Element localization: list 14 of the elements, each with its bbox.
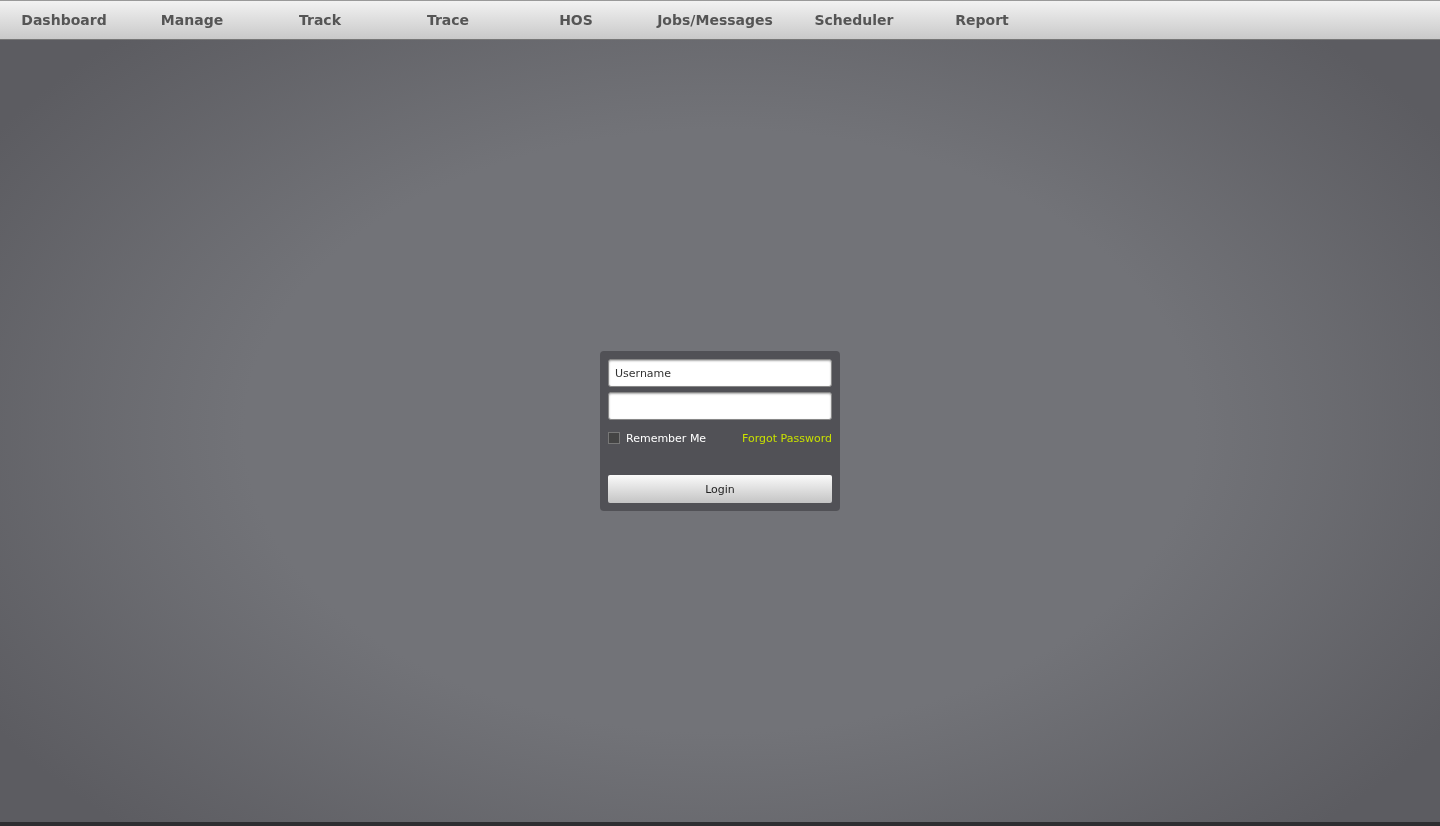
remember-label: Remember Me [626,431,707,445]
forgot-password-link[interactable]: Forgot Password [742,431,832,445]
nav-tab[interactable]: Scheduler [790,12,918,28]
nav-tab[interactable]: Trace [384,12,512,28]
login-button[interactable]: Login [608,475,832,503]
nav-tab[interactable]: HOS [512,12,640,28]
password-field[interactable] [608,392,832,420]
nav-tab[interactable]: Manage [128,12,256,28]
remember-checkbox[interactable] [608,432,620,444]
nav-tab[interactable]: Report [918,12,1046,28]
nav-tab[interactable]: Track [256,12,384,28]
nav-tab[interactable]: Jobs/Messages [640,12,790,28]
nav-tab[interactable]: Dashboard [0,12,128,28]
username-field[interactable]: Username [608,359,832,387]
